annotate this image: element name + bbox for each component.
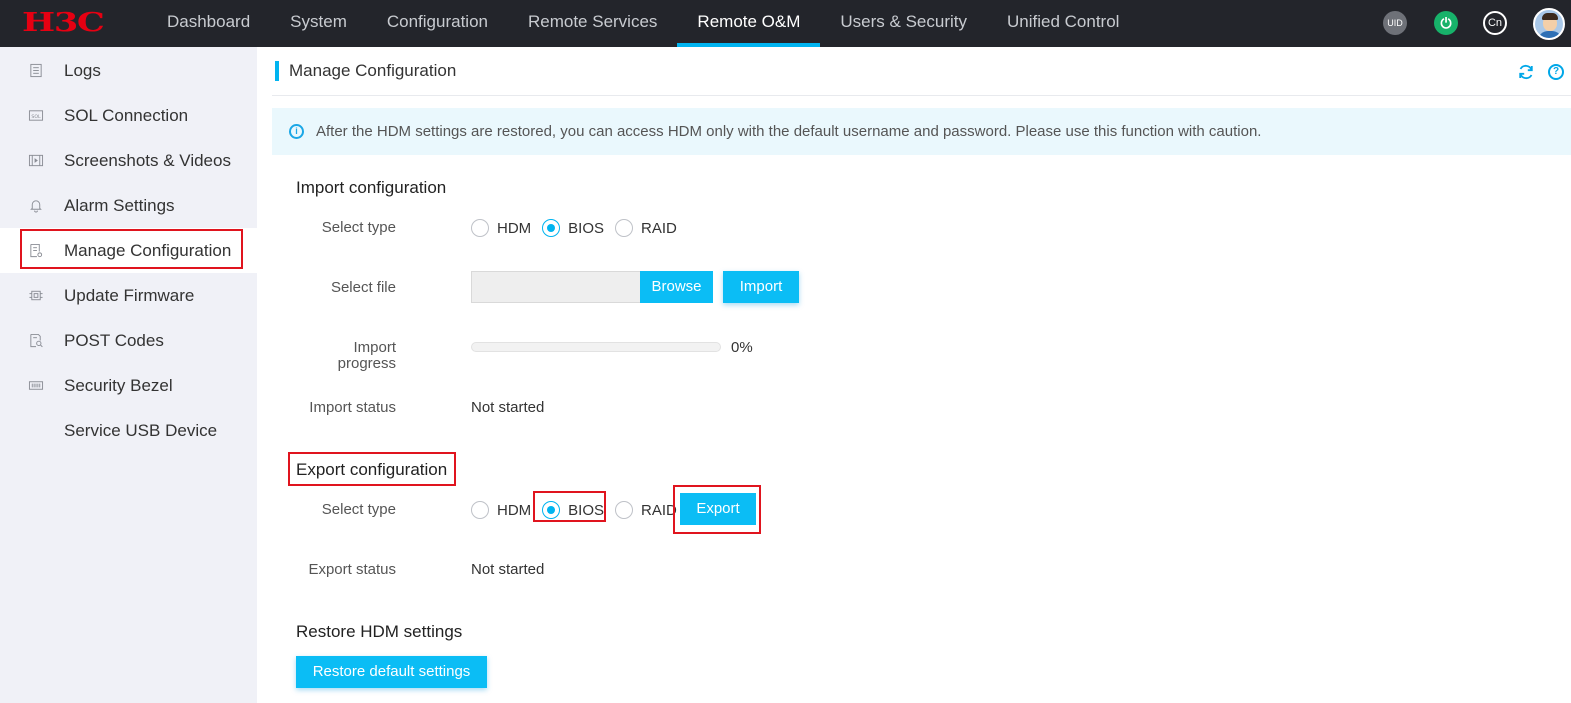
document-search-icon <box>30 333 43 348</box>
import-radio-hdm[interactable]: HDM <box>471 219 531 237</box>
import-radio-raid[interactable]: RAID <box>615 219 677 237</box>
sidebar-item-label: SOL Connection <box>64 106 189 125</box>
main-nav: Dashboard System Configuration Remote Se… <box>147 0 1139 47</box>
sidebar-item-security-bezel[interactable]: Security Bezel <box>0 363 257 408</box>
language-switch-icon[interactable]: Cn <box>1483 11 1507 35</box>
user-avatar-icon[interactable] <box>1533 8 1565 40</box>
import-section-title: Import configuration <box>296 178 447 197</box>
sidebar-item-alarm-settings[interactable]: Alarm Settings <box>0 183 257 228</box>
radio-circle <box>615 219 634 237</box>
help-icon[interactable]: ? <box>1548 64 1564 80</box>
radio-label: RAID <box>641 501 677 519</box>
sol-icon: SOL <box>28 110 44 121</box>
chip-icon <box>29 290 43 301</box>
radio-circle <box>542 219 561 237</box>
title-accent-bar <box>275 61 279 81</box>
nav-users-security[interactable]: Users & Security <box>820 0 987 47</box>
export-select-type-label: Select type <box>321 501 396 518</box>
refresh-icon[interactable] <box>1517 63 1535 81</box>
bezel-icon <box>28 381 44 390</box>
import-progress-percent: 0% <box>731 339 753 356</box>
highlight-box <box>673 485 761 534</box>
nav-remote-services[interactable]: Remote Services <box>508 0 677 47</box>
nav-system[interactable]: System <box>270 0 367 47</box>
notice-text: After the HDM settings are restored, you… <box>316 123 1262 140</box>
sidebar-item-label: Security Bezel <box>64 376 173 395</box>
nav-configuration[interactable]: Configuration <box>367 0 508 47</box>
restore-default-settings-button[interactable]: Restore default settings <box>296 656 487 688</box>
h3c-logo: H3C <box>22 8 105 38</box>
import-status-label: Import status <box>309 399 396 416</box>
label-line: Import <box>353 339 396 356</box>
sidebar-item-post-codes[interactable]: POST Codes <box>0 318 257 363</box>
export-radio-raid[interactable]: RAID <box>615 501 677 519</box>
radio-label: RAID <box>641 219 677 237</box>
svg-text:SOL: SOL <box>31 114 41 120</box>
highlight-box <box>533 491 606 522</box>
nav-remote-om[interactable]: Remote O&M <box>677 0 821 47</box>
select-file-label: Select file <box>330 279 396 296</box>
import-button[interactable]: Import <box>723 271 799 303</box>
export-radio-hdm[interactable]: HDM <box>471 501 531 519</box>
import-select-type-label: Select type <box>321 219 396 236</box>
radio-circle <box>615 501 634 519</box>
file-path-input[interactable] <box>471 271 640 303</box>
top-navigation-bar: H3C Dashboard System Configuration Remot… <box>0 0 1571 47</box>
caution-notice: i After the HDM settings are restored, y… <box>272 108 1571 155</box>
radio-circle <box>471 219 489 237</box>
sidebar-item-label: Logs <box>64 61 101 80</box>
import-progress-label: Import progress <box>256 340 396 372</box>
uid-led-icon[interactable]: UID <box>1383 11 1407 35</box>
radio-label: HDM <box>497 501 532 519</box>
bell-icon <box>30 200 42 213</box>
radio-circle <box>471 501 489 519</box>
sidebar-item-logs[interactable]: Logs <box>0 48 257 93</box>
sidebar-item-label: Alarm Settings <box>64 196 175 215</box>
nav-dashboard[interactable]: Dashboard <box>147 0 270 47</box>
video-icon <box>28 154 44 167</box>
page-header: Manage Configuration ? <box>272 57 1571 96</box>
radio-label: HDM <box>497 219 532 237</box>
import-progress-bar <box>471 342 721 352</box>
highlight-box <box>20 229 243 269</box>
browse-button[interactable]: Browse <box>640 271 713 303</box>
import-status-value: Not started <box>471 399 545 416</box>
label-line: progress <box>337 355 396 372</box>
sidebar-item-label: Service USB Device <box>64 421 218 440</box>
export-status-label: Export status <box>308 561 396 578</box>
radio-label: BIOS <box>568 219 605 237</box>
export-status-value: Not started <box>471 561 545 578</box>
highlight-box <box>288 452 456 486</box>
info-icon: i <box>289 124 304 139</box>
page-title: Manage Configuration <box>289 61 457 80</box>
sidebar-item-update-firmware[interactable]: Update Firmware <box>0 273 257 318</box>
sidebar-item-screenshots-videos[interactable]: Screenshots & Videos <box>0 138 257 183</box>
sidebar-item-sol-connection[interactable]: SOL SOL Connection <box>0 93 257 138</box>
power-icon[interactable]: ⏻ <box>1434 11 1458 35</box>
sidebar: Logs SOL SOL Connection Screenshots & Vi… <box>0 47 257 703</box>
restore-section-title: Restore HDM settings <box>296 622 463 641</box>
sidebar-item-label: Screenshots & Videos <box>64 151 231 170</box>
document-list-icon <box>30 63 42 78</box>
sidebar-item-label: POST Codes <box>64 331 164 350</box>
sidebar-item-service-usb-device[interactable]: Service USB Device <box>0 408 257 453</box>
import-type-radio-group: HDM BIOS RAID <box>471 218 688 238</box>
import-radio-bios[interactable]: BIOS <box>542 219 604 237</box>
nav-unified-control[interactable]: Unified Control <box>987 0 1139 47</box>
sidebar-item-label: Update Firmware <box>64 286 195 305</box>
